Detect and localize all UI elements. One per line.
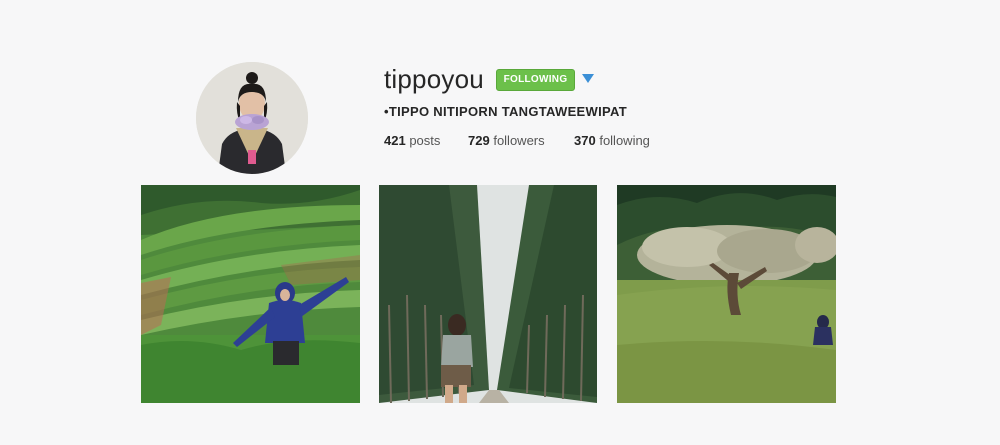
following-button[interactable]: FOLLOWING — [496, 69, 575, 91]
post-thumbnail[interactable] — [617, 185, 836, 403]
following-count: 370 — [574, 133, 596, 148]
posts-count: 421 — [384, 133, 406, 148]
profile-full-name: •TIPPO NITIPORN TANGTAWEEWIPAT — [384, 104, 627, 119]
followers-stat[interactable]: 729 followers — [468, 133, 545, 148]
followers-label: followers — [493, 133, 545, 148]
post-thumbnail[interactable] — [379, 185, 597, 403]
caret-down-icon[interactable] — [582, 74, 594, 83]
following-stat[interactable]: 370 following — [574, 133, 650, 148]
profile-page: tippoyou FOLLOWING •TIPPO NITIPORN TANGT… — [0, 0, 1000, 445]
post-thumbnail[interactable] — [141, 185, 360, 403]
posts-label: posts — [409, 133, 441, 148]
profile-avatar[interactable] — [196, 62, 308, 174]
profile-username: tippoyou — [384, 64, 484, 94]
followers-count: 729 — [468, 133, 490, 148]
posts-stat: 421 posts — [384, 133, 440, 148]
following-label: following — [599, 133, 650, 148]
